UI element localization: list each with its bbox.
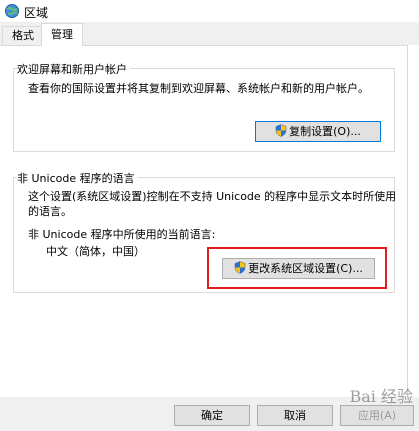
current-language-value: 中文（简体，中国） — [46, 245, 145, 258]
unicode-description-line2: 的语言。 — [28, 205, 72, 218]
welcome-description: 查看你的国际设置并将其复制到欢迎屏幕、系统帐户和新的用户帐户。 — [28, 82, 369, 95]
change-system-locale-label: 更改系统区域设置(C)... — [248, 262, 363, 275]
welcome-group-title: 欢迎屏幕和新用户帐户 — [17, 61, 130, 77]
cancel-button[interactable]: 取消 — [257, 405, 333, 426]
current-language-label: 非 Unicode 程序中所使用的当前语言: — [28, 228, 216, 241]
title-bar: 区域 — [0, 0, 419, 22]
tab-strip: 格式 管理 — [0, 22, 419, 46]
unicode-description-line1: 这个设置(系统区域设置)控制在不支持 Unicode 的程序中显示文本时所使用 — [28, 190, 397, 203]
copy-settings-label: 复制设置(O)... — [289, 125, 361, 138]
copy-settings-button[interactable]: 复制设置(O)... — [255, 121, 381, 142]
window-title: 区域 — [24, 6, 49, 20]
tab-formats[interactable]: 格式 — [2, 26, 44, 45]
watermark: Bai 经验 — [349, 387, 413, 406]
uac-shield-icon — [275, 124, 287, 137]
apply-button[interactable]: 应用(A) — [340, 405, 414, 426]
globe-icon — [5, 4, 19, 18]
uac-shield-icon — [234, 261, 246, 274]
unicode-group-title: 非 Unicode 程序的语言 — [17, 170, 138, 186]
change-system-locale-button[interactable]: 更改系统区域设置(C)... — [222, 258, 375, 279]
tab-administrative[interactable]: 管理 — [41, 23, 83, 46]
ok-button[interactable]: 确定 — [174, 405, 250, 426]
